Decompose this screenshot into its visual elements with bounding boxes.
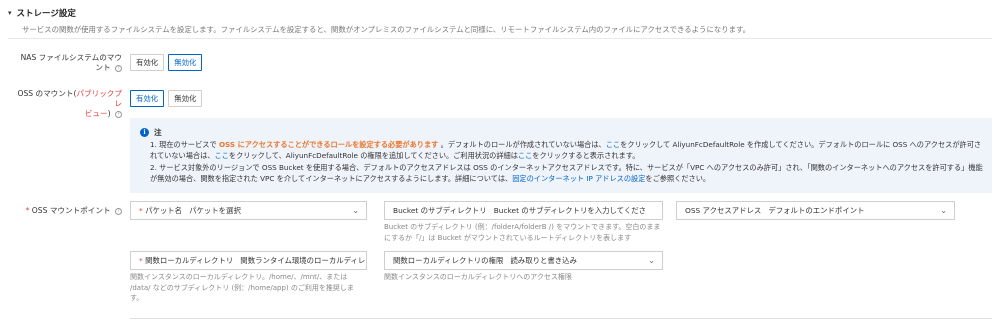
info-circle-icon: i: [140, 128, 149, 137]
chevron-down-icon[interactable]: ▾: [8, 9, 12, 17]
oss-disable-button[interactable]: 無効化: [168, 90, 203, 107]
oss-mount-label: OSS のマウント(パブリックプレ ビュー) ?: [17, 89, 122, 118]
notice-item-2: 2. サービス対象外のリージョンで OSS Bucket を使用する場合、デフォ…: [150, 163, 983, 183]
divider: [8, 38, 992, 39]
notice-title: 注: [154, 128, 162, 137]
notice-item-1: 1. 現在のサービスで OSS にアクセスすることができるロールを設定する必要が…: [150, 140, 982, 160]
nas-mount-label: NAS ファイルシステムのマウ ント ?: [20, 53, 122, 72]
create-role-link[interactable]: ここ: [606, 140, 620, 149]
directory-permission-select[interactable]: 関数ローカルディレクトリの権限 読み取りと書き込み ⌄: [384, 251, 663, 270]
bucket-subdir-hint: Bucket のサブディレクトリ (例：/folderA/folderB /) …: [384, 223, 661, 242]
question-circle-icon[interactable]: ?: [115, 207, 122, 215]
nas-enable-button[interactable]: 有効化: [130, 54, 165, 71]
section-description: サービスの関数が使用するファイルシステムを設定します。ファイルシステムを設定する…: [22, 25, 751, 34]
question-circle-icon[interactable]: ?: [115, 64, 122, 72]
section-title: ストレージ設定: [16, 9, 76, 19]
nas-mount-toggle: 有効化 無効化: [130, 54, 203, 71]
directory-permission-hint: 関数インスタンスのローカルディレクトリへのアクセス権限: [384, 273, 572, 281]
oss-endpoint-select[interactable]: OSS アクセスアドレス デフォルトのエンドポイント ⌄: [676, 201, 955, 220]
divider: [130, 318, 992, 319]
bucket-subdir-input[interactable]: Bucket のサブディレクトリ Bucket のサブディレクトリを入力してくだ…: [384, 201, 663, 220]
add-permission-link[interactable]: ここ: [214, 151, 228, 160]
question-circle-icon[interactable]: ?: [115, 110, 122, 118]
notice-body: 1. 現在のサービスで OSS にアクセスすることができるロールを設定する必要が…: [150, 140, 988, 186]
local-directory-input[interactable]: * 関数ローカルディレクトリ 関数ランタイム環境のローカルディレク: [130, 251, 367, 270]
chevron-down-icon: ⌄: [648, 256, 655, 265]
bucket-select[interactable]: * パケット名 パケットを選択 ⌄: [130, 201, 367, 220]
notice-header: i 注: [140, 127, 162, 138]
oss-enable-button[interactable]: 有効化: [130, 90, 165, 107]
fixed-ip-link[interactable]: 固定のインターネット IP アドレスの設定: [512, 174, 645, 183]
local-directory-hint: 関数インスタンスのローカルディレクトリ。/home/、/mnt/、または /da…: [130, 273, 354, 302]
notice-box: i 注 1. 現在のサービスで OSS にアクセスすることができるロールを設定す…: [130, 118, 992, 193]
section-header[interactable]: ▾ ストレージ設定: [8, 7, 76, 19]
chevron-down-icon: ⌄: [940, 206, 947, 215]
nas-disable-button[interactable]: 無効化: [168, 54, 203, 71]
oss-mount-toggle: 有効化 無効化: [130, 90, 203, 107]
chevron-down-icon: ⌄: [352, 206, 359, 215]
oss-mount-point-label: * OSS マウントポイント ?: [10, 206, 122, 216]
usage-details-link[interactable]: ここ: [518, 151, 532, 160]
